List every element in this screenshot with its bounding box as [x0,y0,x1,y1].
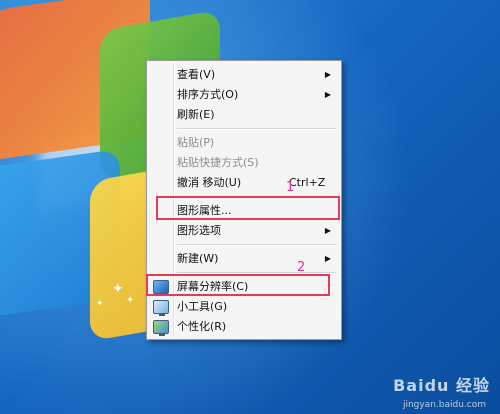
submenu-arrow-icon: ▶ [324,70,331,79]
personalize-icon [153,320,169,336]
menu-item-view[interactable]: 查看(V) ▶ [149,65,339,85]
menu-separator [177,128,337,130]
menu-item-label: 图形选项 [177,224,221,237]
menu-item-label: 小工具(G) [177,300,228,313]
menu-item-graphics-options[interactable]: 图形选项 ▶ [149,221,339,241]
menu-item-gadgets[interactable]: 小工具(G) [149,297,339,317]
submenu-arrow-icon: ▶ [324,254,331,263]
annotation-number: 1 [286,180,295,195]
menu-item-label: 粘贴快捷方式(S) [177,156,259,169]
baidu-watermark: Baidu 经验 [393,376,490,395]
menu-item-sort-by[interactable]: 排序方式(O) ▶ [149,85,339,105]
submenu-arrow-icon: ▶ [324,90,331,99]
menu-item-paste: 粘贴(P) [149,133,339,153]
sparkle-icon: ✦ [96,299,104,309]
menu-item-label: 粘贴(P) [177,136,215,149]
sparkle-icon: ✦ [112,281,124,297]
menu-item-label: 查看(V) [177,68,216,81]
highlight-box-screen-resolution [146,274,330,296]
menu-item-label: 个性化(R) [177,320,227,333]
menu-item-label: 排序方式(O) [177,88,239,101]
menu-separator [177,244,337,246]
annotation-number: 2 [297,260,306,275]
gadgets-icon [153,300,169,316]
submenu-arrow-icon: ▶ [324,226,331,235]
menu-item-paste-shortcut: 粘贴快捷方式(S) [149,153,339,173]
menu-item-personalize[interactable]: 个性化(R) [149,317,339,337]
menu-item-undo-move[interactable]: 撤消 移动(U) Ctrl+Z [149,173,339,193]
menu-item-label: 刷新(E) [177,108,215,121]
menu-item-new[interactable]: 新建(W) ▶ [149,249,339,269]
menu-item-label: 撤消 移动(U) [177,176,242,189]
menu-item-label: 新建(W) [177,252,219,265]
highlight-box-graphics-properties [156,196,340,220]
menu-item-shortcut: Ctrl+Z [289,176,326,189]
sparkle-icon: ✦ [126,295,135,306]
menu-item-refresh[interactable]: 刷新(E) [149,105,339,125]
watermark-url: jingyan.baidu.com [402,400,486,410]
